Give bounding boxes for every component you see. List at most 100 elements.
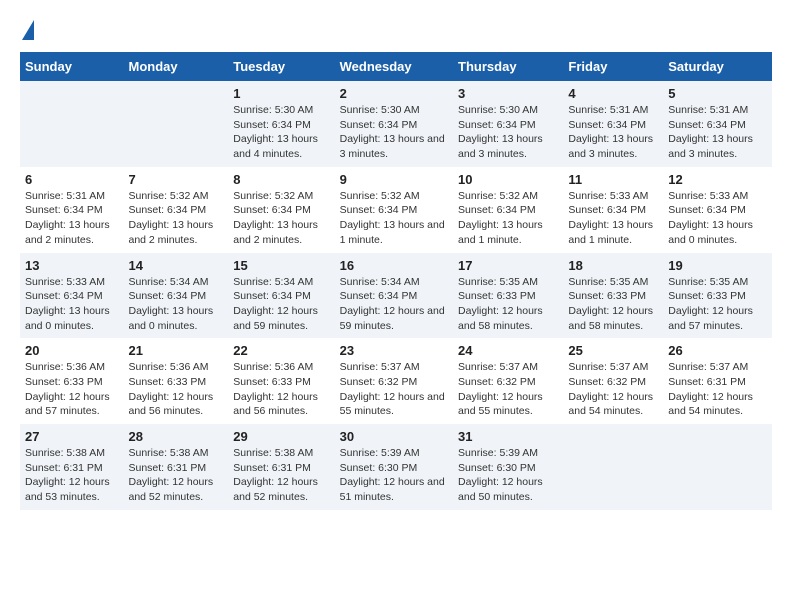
calendar-cell: 20 Sunrise: 5:36 AM Sunset: 6:33 PM Dayli… xyxy=(20,338,123,424)
day-info: Sunrise: 5:37 AM Sunset: 6:32 PM Dayligh… xyxy=(340,360,448,419)
day-number: 13 xyxy=(25,258,118,273)
day-info: Sunrise: 5:35 AM Sunset: 6:33 PM Dayligh… xyxy=(568,275,658,334)
calendar-cell: 3 Sunrise: 5:30 AM Sunset: 6:34 PM Daylig… xyxy=(453,81,563,167)
day-number: 29 xyxy=(233,429,329,444)
day-info: Sunrise: 5:38 AM Sunset: 6:31 PM Dayligh… xyxy=(233,446,329,505)
day-info: Sunrise: 5:36 AM Sunset: 6:33 PM Dayligh… xyxy=(128,360,223,419)
day-info: Sunrise: 5:31 AM Sunset: 6:34 PM Dayligh… xyxy=(25,189,118,248)
calendar-cell: 18 Sunrise: 5:35 AM Sunset: 6:33 PM Dayli… xyxy=(563,253,663,339)
calendar-cell: 11 Sunrise: 5:33 AM Sunset: 6:34 PM Dayli… xyxy=(563,167,663,253)
calendar-cell: 6 Sunrise: 5:31 AM Sunset: 6:34 PM Daylig… xyxy=(20,167,123,253)
day-info: Sunrise: 5:30 AM Sunset: 6:34 PM Dayligh… xyxy=(340,103,448,162)
day-number: 25 xyxy=(568,343,658,358)
header-monday: Monday xyxy=(123,52,228,81)
day-number: 19 xyxy=(668,258,767,273)
calendar-cell: 26Sunrise: 5:37 AM Sunset: 6:31 PM Dayli… xyxy=(663,338,772,424)
day-number: 16 xyxy=(340,258,448,273)
day-info: Sunrise: 5:30 AM Sunset: 6:34 PM Dayligh… xyxy=(458,103,558,162)
day-info: Sunrise: 5:39 AM Sunset: 6:30 PM Dayligh… xyxy=(340,446,448,505)
day-info: Sunrise: 5:34 AM Sunset: 6:34 PM Dayligh… xyxy=(340,275,448,334)
calendar-cell xyxy=(663,424,772,510)
day-number: 21 xyxy=(128,343,223,358)
day-number: 22 xyxy=(233,343,329,358)
day-info: Sunrise: 5:35 AM Sunset: 6:33 PM Dayligh… xyxy=(668,275,767,334)
day-number: 1 xyxy=(233,86,329,101)
page-header xyxy=(20,20,772,42)
day-info: Sunrise: 5:33 AM Sunset: 6:34 PM Dayligh… xyxy=(25,275,118,334)
day-info: Sunrise: 5:35 AM Sunset: 6:33 PM Dayligh… xyxy=(458,275,558,334)
day-number: 23 xyxy=(340,343,448,358)
day-number: 7 xyxy=(128,172,223,187)
calendar-cell: 14 Sunrise: 5:34 AM Sunset: 6:34 PM Dayli… xyxy=(123,253,228,339)
calendar-cell: 31 Sunrise: 5:39 AM Sunset: 6:30 PM Dayli… xyxy=(453,424,563,510)
day-info: Sunrise: 5:36 AM Sunset: 6:33 PM Dayligh… xyxy=(25,360,118,419)
day-number: 4 xyxy=(568,86,658,101)
day-number: 6 xyxy=(25,172,118,187)
day-number: 11 xyxy=(568,172,658,187)
day-info: Sunrise: 5:33 AM Sunset: 6:34 PM Dayligh… xyxy=(668,189,767,248)
day-info: Sunrise: 5:31 AM Sunset: 6:34 PM Dayligh… xyxy=(568,103,658,162)
day-info: Sunrise: 5:36 AM Sunset: 6:33 PM Dayligh… xyxy=(233,360,329,419)
day-number: 27 xyxy=(25,429,118,444)
calendar-cell: 24 Sunrise: 5:37 AM Sunset: 6:32 PM Dayli… xyxy=(453,338,563,424)
calendar-week-row: 20 Sunrise: 5:36 AM Sunset: 6:33 PM Dayli… xyxy=(20,338,772,424)
day-info: Sunrise: 5:31 AM Sunset: 6:34 PM Dayligh… xyxy=(668,103,767,162)
calendar-week-row: 13 Sunrise: 5:33 AM Sunset: 6:34 PM Dayli… xyxy=(20,253,772,339)
calendar-cell: 23 Sunrise: 5:37 AM Sunset: 6:32 PM Dayli… xyxy=(335,338,453,424)
calendar-cell xyxy=(20,81,123,167)
calendar-cell: 13 Sunrise: 5:33 AM Sunset: 6:34 PM Dayli… xyxy=(20,253,123,339)
calendar-cell: 12Sunrise: 5:33 AM Sunset: 6:34 PM Dayli… xyxy=(663,167,772,253)
day-number: 2 xyxy=(340,86,448,101)
day-number: 31 xyxy=(458,429,558,444)
day-number: 24 xyxy=(458,343,558,358)
day-number: 9 xyxy=(340,172,448,187)
day-info: Sunrise: 5:34 AM Sunset: 6:34 PM Dayligh… xyxy=(128,275,223,334)
calendar-week-row: 27 Sunrise: 5:38 AM Sunset: 6:31 PM Dayli… xyxy=(20,424,772,510)
calendar-cell: 19 Sunrise: 5:35 AM Sunset: 6:33 PM Dayli… xyxy=(663,253,772,339)
calendar-cell: 30Sunrise: 5:39 AM Sunset: 6:30 PM Dayli… xyxy=(335,424,453,510)
header-friday: Friday xyxy=(563,52,663,81)
calendar-cell: 4 Sunrise: 5:31 AM Sunset: 6:34 PM Daylig… xyxy=(563,81,663,167)
calendar-cell: 27 Sunrise: 5:38 AM Sunset: 6:31 PM Dayli… xyxy=(20,424,123,510)
calendar-week-row: 1 Sunrise: 5:30 AM Sunset: 6:34 PM Daylig… xyxy=(20,81,772,167)
day-info: Sunrise: 5:39 AM Sunset: 6:30 PM Dayligh… xyxy=(458,446,558,505)
day-number: 5 xyxy=(668,86,767,101)
calendar-cell: 17 Sunrise: 5:35 AM Sunset: 6:33 PM Dayli… xyxy=(453,253,563,339)
calendar-cell: 29 Sunrise: 5:38 AM Sunset: 6:31 PM Dayli… xyxy=(228,424,334,510)
calendar-cell: 25 Sunrise: 5:37 AM Sunset: 6:32 PM Dayli… xyxy=(563,338,663,424)
day-number: 15 xyxy=(233,258,329,273)
header-thursday: Thursday xyxy=(453,52,563,81)
calendar-cell: 10Sunrise: 5:32 AM Sunset: 6:34 PM Dayli… xyxy=(453,167,563,253)
day-number: 8 xyxy=(233,172,329,187)
calendar-table: SundayMondayTuesdayWednesdayThursdayFrid… xyxy=(20,52,772,510)
calendar-week-row: 6 Sunrise: 5:31 AM Sunset: 6:34 PM Daylig… xyxy=(20,167,772,253)
day-number: 14 xyxy=(128,258,223,273)
day-number: 28 xyxy=(128,429,223,444)
calendar-cell: 21 Sunrise: 5:36 AM Sunset: 6:33 PM Dayli… xyxy=(123,338,228,424)
day-info: Sunrise: 5:33 AM Sunset: 6:34 PM Dayligh… xyxy=(568,189,658,248)
day-info: Sunrise: 5:30 AM Sunset: 6:34 PM Dayligh… xyxy=(233,103,329,162)
calendar-cell xyxy=(563,424,663,510)
calendar-cell: 7 Sunrise: 5:32 AM Sunset: 6:34 PM Daylig… xyxy=(123,167,228,253)
day-info: Sunrise: 5:32 AM Sunset: 6:34 PM Dayligh… xyxy=(340,189,448,248)
day-info: Sunrise: 5:37 AM Sunset: 6:31 PM Dayligh… xyxy=(668,360,767,419)
day-number: 20 xyxy=(25,343,118,358)
day-info: Sunrise: 5:34 AM Sunset: 6:34 PM Dayligh… xyxy=(233,275,329,334)
logo-triangle-icon xyxy=(22,20,34,40)
header-saturday: Saturday xyxy=(663,52,772,81)
day-info: Sunrise: 5:32 AM Sunset: 6:34 PM Dayligh… xyxy=(128,189,223,248)
calendar-cell: 15 Sunrise: 5:34 AM Sunset: 6:34 PM Dayli… xyxy=(228,253,334,339)
header-tuesday: Tuesday xyxy=(228,52,334,81)
day-info: Sunrise: 5:38 AM Sunset: 6:31 PM Dayligh… xyxy=(25,446,118,505)
header-wednesday: Wednesday xyxy=(335,52,453,81)
day-info: Sunrise: 5:37 AM Sunset: 6:32 PM Dayligh… xyxy=(568,360,658,419)
day-number: 17 xyxy=(458,258,558,273)
day-number: 3 xyxy=(458,86,558,101)
day-number: 18 xyxy=(568,258,658,273)
calendar-cell: 9 Sunrise: 5:32 AM Sunset: 6:34 PM Daylig… xyxy=(335,167,453,253)
header-sunday: Sunday xyxy=(20,52,123,81)
day-info: Sunrise: 5:37 AM Sunset: 6:32 PM Dayligh… xyxy=(458,360,558,419)
logo xyxy=(20,20,34,42)
day-info: Sunrise: 5:32 AM Sunset: 6:34 PM Dayligh… xyxy=(233,189,329,248)
calendar-cell: 1 Sunrise: 5:30 AM Sunset: 6:34 PM Daylig… xyxy=(228,81,334,167)
